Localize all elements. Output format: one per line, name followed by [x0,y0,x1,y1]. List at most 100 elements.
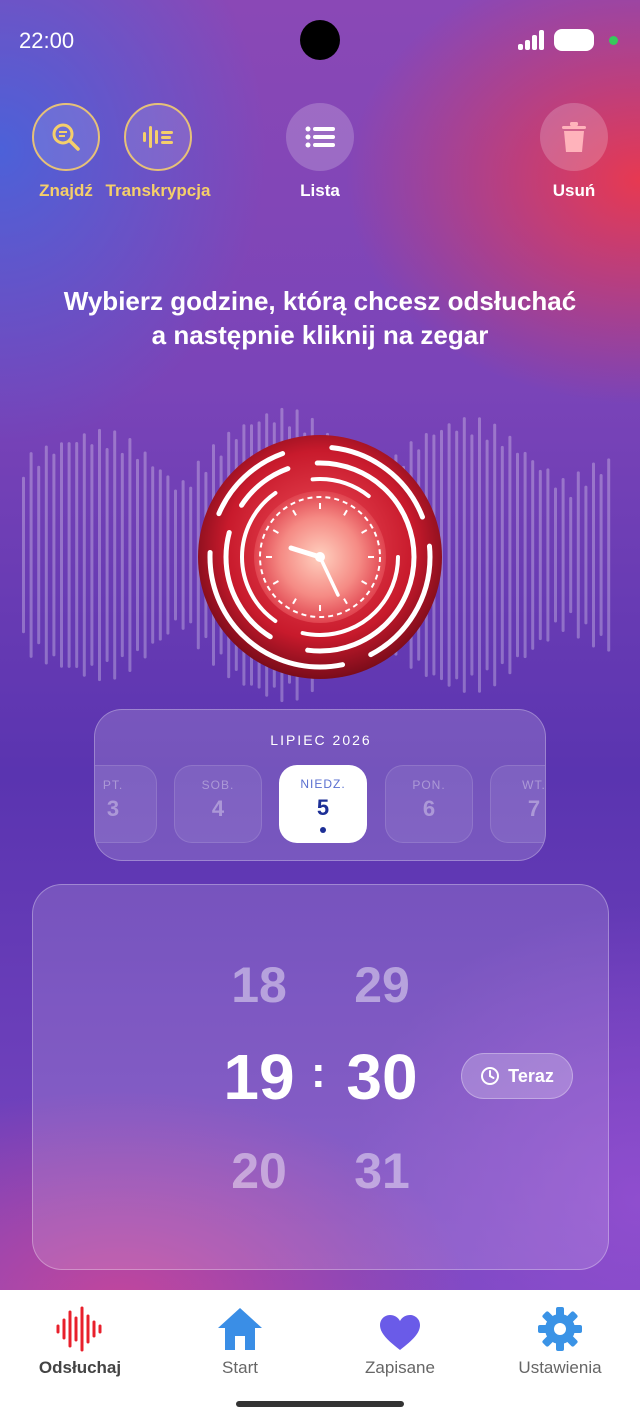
clock-play-button[interactable] [196,433,444,681]
waveform-bar [546,468,550,642]
day-3[interactable]: PT. 3 [95,765,157,843]
day-number: 6 [422,796,436,821]
bottom-nav: Odsłuchaj Start Zapisane Ustawienia [0,1290,640,1422]
waveform-bar [523,451,527,659]
transcribe-button[interactable]: Transkrypcja [88,103,228,201]
waveform-bar [584,485,588,625]
waveform-bar [478,417,481,693]
minute-prev[interactable]: 29 [327,956,437,1014]
list-icon [286,103,354,171]
status-time: 22:00 [19,28,75,53]
waveform-bar [508,435,512,675]
waveform-bar [60,442,63,668]
day-4[interactable]: SOB. 4 [174,765,262,843]
waveform-bar [105,447,109,663]
battery-icon [554,29,594,51]
nav-saved[interactable]: Zapisane [320,1290,480,1390]
date-picker: LIPIEC 2026 PT. 3 SOB. 4 NIEDZ. 5 PON. 6… [94,709,546,861]
day-5-selected[interactable]: NIEDZ. 5 [279,765,367,843]
waveform-bar [136,458,139,652]
privacy-indicator [609,36,618,45]
waveform-bar [569,496,573,614]
waveform-bar [82,433,86,677]
day-name: WT. [522,778,546,792]
home-icon [218,1308,262,1350]
hour-next[interactable]: 20 [204,1142,314,1200]
day-name: PON. [412,778,446,792]
list-label: Lista [300,181,340,200]
home-indicator [236,1401,404,1407]
waveform-bar [174,489,177,621]
waveform-bar [67,442,71,668]
waveform-bar [29,452,33,658]
waveform-bar [493,423,497,687]
waveform-bar [485,439,489,671]
signal-icon [518,30,546,50]
day-number: 4 [211,796,225,821]
nav-label: Zapisane [365,1358,435,1377]
waveform-bar [22,476,25,634]
soundwave-icon [56,1306,102,1352]
waveform-bar [599,473,603,637]
heart-icon [380,1315,420,1350]
day-number: 3 [106,796,120,821]
hour-selected[interactable]: 19 [204,1040,314,1114]
day-name: PT. [102,778,124,792]
list-button[interactable]: Lista [250,103,390,201]
now-label: Teraz [508,1065,554,1086]
month-label: LIPIEC 2026 [270,732,372,748]
status-bar: 22:00 [0,0,640,80]
waveform-bar [128,437,132,673]
waveform-bar [189,486,193,624]
day-number: 5 [316,795,330,820]
waveform-bar [44,445,48,665]
transcribe-icon [124,103,192,171]
nav-settings[interactable]: Ustawienia [480,1290,640,1390]
clock-icon [481,1067,500,1085]
waveform-bar [554,487,557,623]
waveform-bar [37,465,41,645]
waveform-bar [113,430,117,680]
waveform-bar [607,458,611,652]
waveform-bar [181,480,185,630]
waveform-bar [592,462,595,648]
day-name: SOB. [201,778,235,792]
camera-cutout [300,20,340,60]
waveform-bar [166,475,170,635]
waveform-bar [500,445,504,665]
day-number: 7 [527,796,541,821]
waveform-bar [158,469,162,641]
waveform-bar [516,452,519,658]
day-name: NIEDZ. [300,777,346,791]
delete-label: Usuń [552,181,596,200]
waveform-bar [455,430,459,680]
selected-dot [320,827,326,833]
waveform-bar [576,471,580,639]
minute-selected[interactable]: 30 [327,1040,437,1114]
instruction-line-2: a następnie kliknij na zegar [151,320,489,350]
waveform-bar [462,417,466,693]
now-button[interactable]: Teraz [461,1053,573,1099]
waveform-bar [531,460,535,650]
waveform-bar [447,423,451,687]
instruction-line-1: Wybierz godzine, którą chcesz odsłuchać [63,286,577,316]
instruction-text: Wybierz godzine, którą chcesz odsłuchać … [0,284,640,352]
day-6[interactable]: PON. 6 [385,765,473,843]
minute-next[interactable]: 31 [327,1142,437,1200]
waveform-bar [561,477,565,633]
nav-start[interactable]: Start [160,1290,320,1390]
time-separator: : [311,1048,326,1097]
transcribe-label: Transkrypcja [105,181,211,200]
nav-listen[interactable]: Odsłuchaj [0,1290,160,1390]
waveform-bar [538,469,542,641]
day-7[interactable]: WT. 7 [490,765,546,843]
nav-label: Start [222,1358,258,1377]
waveform-bar [120,452,124,658]
waveform-bar [98,428,101,682]
waveform-bar [90,444,94,666]
delete-button[interactable]: Usuń [504,103,640,201]
waveform-bar [151,466,155,644]
hour-prev[interactable]: 18 [204,956,314,1014]
nav-label: Ustawienia [518,1358,602,1377]
gear-icon [538,1307,582,1351]
